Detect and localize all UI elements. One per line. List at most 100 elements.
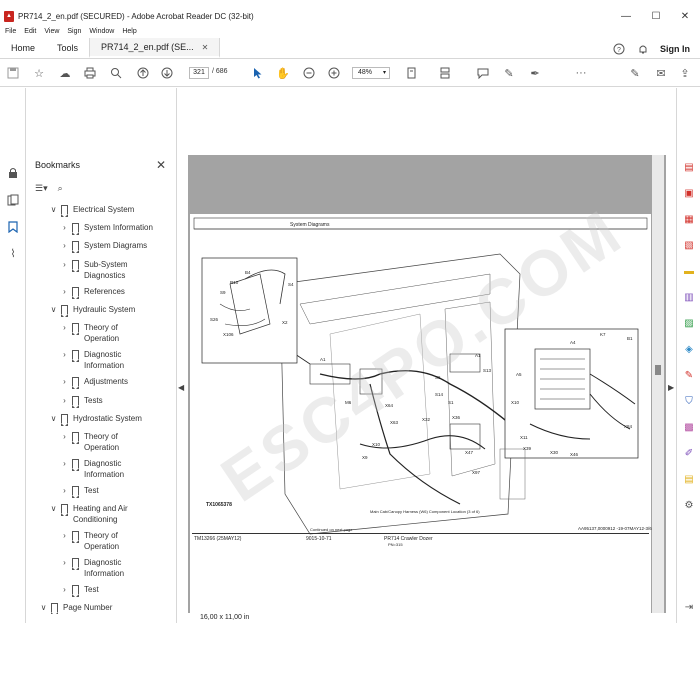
find-bookmark-icon[interactable]: ⌕ [58, 183, 63, 194]
chevron-down-icon[interactable]: ∨ [49, 304, 58, 315]
lock-icon[interactable] [6, 166, 20, 180]
menu-file[interactable]: File [5, 28, 16, 35]
menu-sign[interactable]: Sign [67, 28, 81, 35]
cloud-upload-icon[interactable]: ☁ [58, 66, 72, 80]
bookmark-page-number[interactable]: ∨ Page Number [39, 602, 143, 614]
hand-tool-icon[interactable]: ✋ [276, 66, 290, 80]
export-pdf-icon[interactable]: ▤ [682, 160, 696, 174]
page-thumbnails-icon[interactable] [6, 193, 20, 207]
bookmark-hvac-diagnostic-information[interactable]: › Diagnostic Information [60, 557, 136, 579]
bookmarks-panel-icon[interactable] [6, 220, 20, 234]
chevron-down-icon[interactable]: ∨ [49, 413, 58, 424]
bookmark-tests[interactable]: › Tests [60, 395, 164, 408]
chevron-right-icon[interactable]: › [60, 458, 69, 469]
tab-tools[interactable]: Tools [46, 38, 89, 58]
bookmark-hydrostatic-diagnostic-information[interactable]: › Diagnostic Information [60, 458, 136, 480]
chevron-right-icon[interactable]: › [60, 530, 69, 541]
tab-home[interactable]: Home [0, 38, 46, 58]
close-window-button[interactable]: ✕ [674, 8, 696, 24]
notifications-bell-icon[interactable] [636, 42, 650, 56]
menu-help[interactable]: Help [122, 28, 136, 35]
tab-document[interactable]: PR714_2_en.pdf (SE... ✕ [89, 38, 221, 58]
close-tab-icon[interactable]: ✕ [202, 43, 209, 52]
create-pdf-icon[interactable]: ▣ [682, 186, 696, 200]
bookmark-heating-and-air-conditioning[interactable]: ∨ Heating and Air Conditioning [49, 503, 143, 525]
share-icon[interactable]: ⇪ [678, 66, 692, 80]
fill-sign-icon[interactable]: ✎ [682, 368, 696, 382]
menu-view[interactable]: View [44, 28, 59, 35]
minimize-button[interactable]: — [615, 8, 637, 24]
fit-page-icon[interactable] [405, 66, 419, 80]
send-for-comments-icon[interactable]: ✐ [682, 446, 696, 460]
chevron-down-icon[interactable]: ∨ [49, 503, 58, 514]
zoom-in-icon[interactable] [327, 66, 341, 80]
bookmark-electrical-system[interactable]: ∨ Electrical System [49, 204, 153, 217]
bookmark-references[interactable]: › References [60, 286, 164, 299]
collapse-left-panel-icon[interactable]: ◀ [178, 383, 184, 392]
chevron-right-icon[interactable]: › [60, 431, 69, 442]
collapse-tools-icon[interactable]: ⇥ [682, 600, 696, 614]
bookmark-hydrostatic-theory-of-operation[interactable]: › Theory of Operation [60, 431, 132, 453]
organize-pages-icon[interactable]: ▥ [682, 290, 696, 304]
bookmark-options-icon[interactable]: ☰▾ [35, 183, 48, 194]
close-panel-icon[interactable]: ✕ [156, 158, 166, 172]
chevron-right-icon[interactable]: › [60, 286, 69, 297]
bookmark-system-information[interactable]: › System Information [60, 222, 164, 235]
sign-pen-icon[interactable]: ✒ [528, 66, 542, 80]
chevron-right-icon[interactable]: › [60, 376, 69, 387]
comment-icon[interactable] [476, 66, 490, 80]
bookmark-system-diagrams[interactable]: › System Diagrams [60, 240, 164, 253]
edit-pdf-icon[interactable]: ✎ [628, 66, 642, 80]
scrolling-mode-icon[interactable] [438, 66, 452, 80]
attachments-paperclip-icon[interactable]: ⌇ [6, 246, 20, 260]
chevron-right-icon[interactable]: › [60, 557, 69, 568]
bookmark-hydraulic-diagnostic-information[interactable]: › Diagnostic Information [60, 349, 136, 371]
menu-edit[interactable]: Edit [24, 28, 36, 35]
sign-in-button[interactable]: Sign In [660, 44, 690, 54]
chevron-right-icon[interactable]: › [60, 322, 69, 333]
previous-page-icon[interactable] [136, 66, 150, 80]
chevron-right-icon[interactable]: › [60, 395, 69, 406]
highlight-pen-icon[interactable]: ✎ [502, 66, 516, 80]
comment-tool-icon[interactable]: ▬ [682, 264, 696, 278]
protect-shield-icon[interactable]: ⛉ [682, 394, 696, 408]
maximize-button[interactable]: ☐ [645, 8, 667, 24]
bookmark-adjustments[interactable]: › Adjustments [60, 376, 164, 389]
expand-right-panel-icon[interactable]: ▶ [668, 383, 674, 392]
bookmark-hydrostatic-test[interactable]: › Test [60, 485, 164, 498]
page-number-input[interactable]: 321 [189, 67, 209, 79]
menu-window[interactable]: Window [89, 28, 114, 35]
more-tools-icon[interactable]: ⚙ [682, 498, 696, 512]
chevron-down-icon[interactable]: ∨ [39, 602, 48, 613]
chevron-right-icon[interactable]: › [60, 349, 69, 360]
edit-pdf-tool-icon[interactable]: ▦ [682, 212, 696, 226]
mail-icon[interactable]: ✉ [654, 66, 668, 80]
bookmark-star-icon[interactable]: ☆ [32, 66, 46, 80]
chevron-right-icon[interactable]: › [60, 584, 69, 595]
request-signature-icon[interactable]: ▩ [682, 420, 696, 434]
next-page-icon[interactable] [160, 66, 174, 80]
compress-pdf-icon[interactable]: ▨ [682, 316, 696, 330]
bookmark-hydraulic-system[interactable]: ∨ Hydraulic System [49, 304, 153, 317]
chevron-right-icon[interactable]: › [60, 240, 69, 251]
select-cursor-icon[interactable] [251, 66, 265, 80]
print-icon[interactable] [83, 66, 97, 80]
combine-files-icon[interactable]: ▧ [682, 238, 696, 252]
bookmark-hydrostatic-system[interactable]: ∨ Hydrostatic System [49, 413, 153, 426]
bookmark-sub-system-diagnostics[interactable]: › Sub-System Diagnostics [60, 259, 136, 281]
more-tools-button[interactable]: ··· [574, 66, 588, 80]
zoom-level-select[interactable]: 48% ▾ [352, 67, 390, 79]
document-viewer[interactable]: B4 R10 S9 S26 X106 X2 S4 A1 M6 X64 X63 X10 X9 X32… [188, 155, 666, 613]
stamp-tool-icon[interactable]: ▤ [682, 472, 696, 486]
zoom-search-icon[interactable] [109, 66, 123, 80]
bookmark-hydraulic-theory-of-operation[interactable]: › Theory of Operation [60, 322, 132, 344]
chevron-right-icon[interactable]: › [60, 485, 69, 496]
save-icon[interactable] [6, 66, 20, 80]
document-scrollbar[interactable] [652, 155, 664, 613]
bookmark-hvac-theory-of-operation[interactable]: › Theory of Operation [60, 530, 132, 552]
chevron-right-icon[interactable]: › [60, 259, 69, 270]
help-icon[interactable]: ? [612, 42, 626, 56]
chevron-down-icon[interactable]: ∨ [49, 204, 58, 215]
document-scroll-thumb[interactable] [655, 365, 661, 375]
zoom-out-icon[interactable] [302, 66, 316, 80]
